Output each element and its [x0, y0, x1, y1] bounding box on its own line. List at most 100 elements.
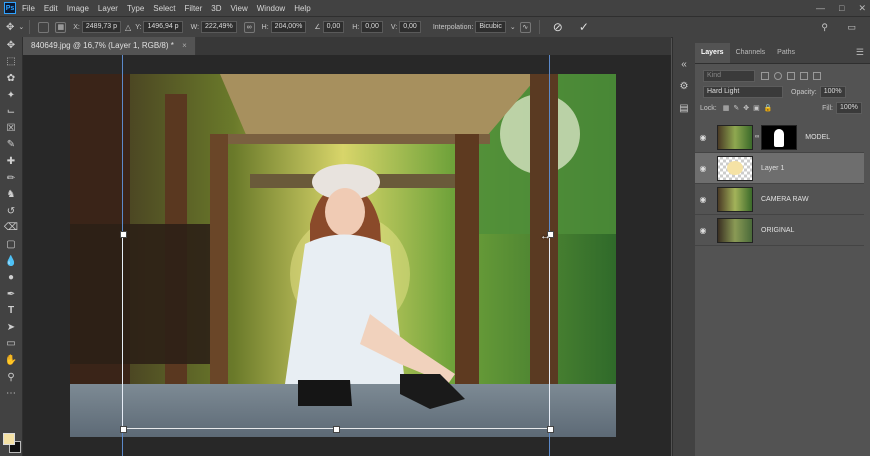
path-selection-tool-icon[interactable]: ➤	[0, 319, 22, 336]
dodge-tool-icon[interactable]: ●	[0, 269, 22, 286]
move-tool-icon[interactable]: ✥	[0, 37, 22, 54]
clone-stamp-tool-icon[interactable]: ♞	[0, 186, 22, 203]
transform-handle[interactable]	[120, 426, 127, 433]
layer-row-layer-1[interactable]: ◉ Layer 1	[695, 153, 864, 184]
pen-tool-icon[interactable]: ✒	[0, 286, 22, 303]
transform-handle[interactable]	[333, 426, 340, 433]
frame-tool-icon[interactable]: ☒	[0, 120, 22, 137]
menu-3d[interactable]: 3D	[211, 4, 221, 13]
lasso-tool-icon[interactable]: ✿	[0, 70, 22, 87]
menu-help[interactable]: Help	[294, 4, 310, 13]
chevron-down-icon[interactable]: ⌄	[18, 23, 24, 31]
marquee-tool-icon[interactable]: ⬚	[0, 54, 22, 71]
adjustment-filter-icon[interactable]	[774, 72, 782, 80]
layers-panel: Layers Channels Paths ☰ Kind Hard Light …	[695, 37, 870, 456]
document-tab[interactable]: 840649.jpg @ 16,7% (Layer 1, RGB/8) * ×	[23, 37, 196, 55]
move-tool-icon[interactable]: ✥	[6, 22, 14, 33]
relative-position-icon[interactable]: △	[125, 23, 131, 32]
layer-name[interactable]: MODEL	[805, 134, 830, 141]
menu-layer[interactable]: Layer	[98, 4, 118, 13]
interpolation-select[interactable]: Bicubic	[475, 21, 506, 33]
expand-panels-icon[interactable]: «	[673, 53, 695, 75]
hand-tool-icon[interactable]: ✋	[0, 352, 22, 369]
transform-handle[interactable]	[120, 231, 127, 238]
angle-field[interactable]: 0,00	[322, 21, 345, 33]
menu-file[interactable]: File	[22, 4, 35, 13]
h-skew-field[interactable]: 0,00	[361, 21, 383, 33]
link-icon[interactable]: ∞	[243, 21, 255, 33]
x-field[interactable]: 2489,73 p	[81, 21, 122, 33]
layer-thumbnail	[717, 186, 753, 212]
type-tool-icon[interactable]: T	[0, 303, 22, 320]
layer-row-model[interactable]: ◉ ∞ MODEL	[695, 122, 864, 153]
warp-icon[interactable]: ∿	[519, 21, 531, 33]
eyedropper-tool-icon[interactable]: ✎	[0, 137, 22, 154]
commit-transform-icon[interactable]: ✓	[579, 20, 589, 34]
zoom-tool-icon[interactable]: ⚲	[0, 369, 22, 386]
workspace-icon[interactable]: ▭	[847, 22, 856, 33]
reference-point-checkbox[interactable]	[38, 21, 50, 33]
shape-filter-icon[interactable]	[800, 72, 808, 80]
blur-tool-icon[interactable]: 💧	[0, 253, 22, 270]
pixel-filter-icon[interactable]	[761, 72, 769, 80]
panel-menu-icon[interactable]: ☰	[856, 47, 864, 58]
layer-row-camera-raw[interactable]: ◉ CAMERA RAW	[695, 184, 864, 215]
foreground-color-swatch[interactable]	[3, 433, 15, 445]
opacity-field[interactable]: 100%	[819, 86, 846, 98]
history-brush-tool-icon[interactable]: ↺	[0, 203, 22, 220]
transform-handle[interactable]	[547, 426, 554, 433]
chevron-down-icon[interactable]: ⌄	[510, 23, 516, 31]
rectangle-tool-icon[interactable]: ▭	[0, 336, 22, 353]
minimize-icon[interactable]: —	[816, 3, 825, 13]
layer-mask-thumbnail[interactable]	[761, 124, 798, 150]
layer-row-original[interactable]: ◉ ORIGINAL	[695, 215, 864, 246]
cancel-transform-icon[interactable]: ⊘	[553, 20, 563, 34]
h-field[interactable]: 204,00%	[270, 21, 307, 33]
visibility-eye-icon[interactable]: ◉	[695, 195, 711, 204]
filter-row: Kind	[695, 68, 870, 84]
menu-edit[interactable]: Edit	[44, 4, 58, 13]
maximize-icon[interactable]: □	[839, 3, 844, 13]
gradient-tool-icon[interactable]: ▢	[0, 236, 22, 253]
options-bar: ✥ ⌄ ▦ X: 2489,73 p △ Y: 1496,94 p W: 222…	[0, 16, 870, 38]
menu-type[interactable]: Type	[127, 4, 144, 13]
quick-selection-tool-icon[interactable]: ✦	[0, 87, 22, 104]
v-skew-field[interactable]: 0,00	[399, 21, 421, 33]
layer-name[interactable]: ORIGINAL	[761, 227, 794, 234]
smart-object-filter-icon[interactable]	[813, 72, 821, 80]
y-field[interactable]: 1496,94 p	[143, 21, 183, 33]
tab-channels[interactable]: Channels	[730, 43, 772, 63]
menu-window[interactable]: Window	[257, 4, 285, 13]
fill-field[interactable]: 100%	[836, 102, 862, 114]
search-icon[interactable]: ⚲	[821, 22, 828, 33]
lock-icons[interactable]: ▦✎✥▣🔒	[723, 104, 777, 112]
reference-point-icon[interactable]: ▦	[55, 21, 67, 33]
menu-filter[interactable]: Filter	[185, 4, 203, 13]
brush-settings-icon[interactable]: ⚙	[673, 75, 695, 97]
menu-image[interactable]: Image	[67, 4, 89, 13]
more-tools-icon[interactable]: ⋯	[0, 385, 22, 402]
blend-mode-select[interactable]: Hard Light	[703, 86, 783, 98]
brush-tool-icon[interactable]: ✏	[0, 170, 22, 187]
layer-name[interactable]: Layer 1	[761, 165, 784, 172]
visibility-eye-icon[interactable]: ◉	[695, 226, 711, 235]
healing-brush-tool-icon[interactable]: ✚	[0, 153, 22, 170]
kind-filter-select[interactable]: Kind	[703, 70, 755, 82]
history-icon[interactable]: ▤	[673, 97, 695, 119]
canvas-image[interactable]	[70, 74, 616, 437]
w-field[interactable]: 222,49%	[201, 21, 237, 33]
close-icon[interactable]: ✕	[858, 3, 866, 14]
visibility-eye-icon[interactable]: ◉	[695, 133, 711, 142]
close-tab-icon[interactable]: ×	[182, 41, 187, 50]
transform-box-left-edge[interactable]	[122, 233, 123, 428]
layer-name[interactable]: CAMERA RAW	[761, 196, 809, 203]
menu-view[interactable]: View	[231, 4, 248, 13]
crop-tool-icon[interactable]: ⌙	[0, 103, 22, 120]
tab-paths[interactable]: Paths	[771, 43, 801, 63]
type-filter-icon[interactable]	[787, 72, 795, 80]
eraser-tool-icon[interactable]: ⌫	[0, 220, 22, 237]
menu-select[interactable]: Select	[153, 4, 175, 13]
transform-box-right-edge[interactable]	[549, 233, 550, 428]
tab-layers[interactable]: Layers	[695, 43, 730, 63]
visibility-eye-icon[interactable]: ◉	[695, 164, 711, 173]
